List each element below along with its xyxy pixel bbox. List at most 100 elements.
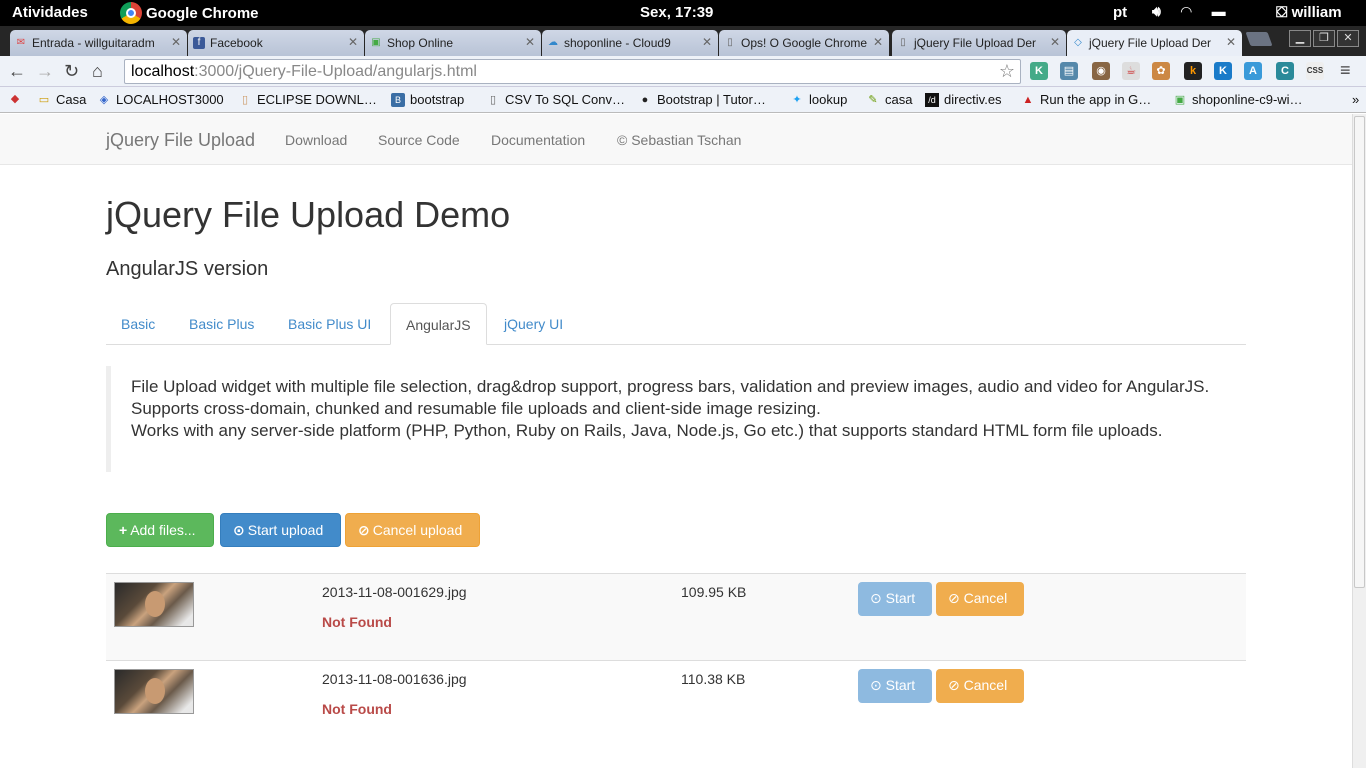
bookmark-label: bootstrap (410, 92, 465, 107)
folder-icon: ▭ (38, 93, 50, 106)
bookmark-item[interactable]: ◈ LOCALHOST3000 (97, 92, 224, 107)
site-brand[interactable]: jQuery File Upload (106, 130, 255, 151)
ban-icon: ⊘ (358, 522, 370, 538)
wifi-icon[interactable]: ◠ (1181, 3, 1192, 20)
tab-title: jQuery File Upload Der (914, 36, 1037, 50)
incognito-icon: ◆ (10, 93, 20, 105)
tab-basic-plus[interactable]: Basic Plus (174, 303, 269, 345)
browser-tab[interactable]: f Facebook ✕ (188, 30, 364, 56)
volume-icon[interactable]: 🔊︎ (1152, 3, 1161, 20)
add-files-button[interactable]: + Add files... (106, 513, 214, 547)
tab-jquery-ui[interactable]: jQuery UI (489, 303, 578, 345)
tab-basic-plus-ui[interactable]: Basic Plus UI (273, 303, 386, 345)
bootstrap-icon: B (391, 92, 405, 107)
bookmark-item[interactable]: ✦ lookup (790, 92, 847, 107)
menu-icon[interactable]: ≡ (1340, 60, 1351, 81)
extension-icon[interactable]: C (1276, 62, 1294, 80)
browser-tab[interactable]: ▣ Shop Online ✕ (365, 30, 541, 56)
translate-icon[interactable]: A (1244, 62, 1262, 80)
nav-link-source-code[interactable]: Source Code (378, 132, 460, 148)
page-scrollbar[interactable] (1352, 114, 1366, 768)
battery-icon[interactable]: ▬ (1212, 3, 1226, 20)
close-icon[interactable]: ✕ (702, 35, 712, 49)
bookmark-item[interactable]: ◆ (8, 92, 27, 106)
tab-basic[interactable]: Basic (106, 303, 170, 345)
user-menu[interactable]: ⛋ william (1276, 4, 1342, 21)
bookmark-item[interactable]: ▣ shoponline-c9-wi… (1173, 92, 1303, 107)
home-icon[interactable]: ⌂ (92, 61, 103, 82)
close-icon[interactable]: ✕ (348, 35, 358, 49)
scrollbar-thumb[interactable] (1354, 116, 1365, 588)
extension-icon[interactable]: k (1184, 62, 1202, 80)
nav-link-documentation[interactable]: Documentation (491, 132, 585, 148)
close-icon[interactable]: ✕ (1226, 35, 1236, 49)
nav-link-author[interactable]: © Sebastian Tschan (617, 132, 741, 148)
close-icon[interactable]: ✕ (171, 35, 181, 49)
bookmark-item[interactable]: ▭ Casa (37, 92, 87, 107)
maximize-icon[interactable]: ❐ (1313, 30, 1335, 47)
upload-icon: ⊙ (870, 677, 882, 693)
start-label: Start (885, 677, 916, 693)
bookmark-item[interactable]: ▲ Run the app in G… (1021, 92, 1152, 107)
nav-link-download[interactable]: Download (285, 132, 347, 148)
bookmark-label: casa (885, 92, 913, 107)
extension-icon[interactable]: ✿ (1152, 62, 1170, 80)
browser-tab[interactable]: ✉ Entrada - willguitaradm ✕ (10, 30, 187, 56)
close-icon[interactable]: ✕ (525, 35, 535, 49)
cancel-label: Cancel (963, 590, 1008, 606)
cancel-button[interactable]: ⊘ Cancel (936, 669, 1024, 703)
page-title: jQuery File Upload Demo (106, 194, 511, 235)
bookmark-item[interactable]: ▯ ECLIPSE DOWNL… (238, 92, 377, 107)
css-icon[interactable]: CSS (1306, 62, 1324, 80)
twitter-icon: ✦ (792, 93, 802, 106)
new-tab-button[interactable] (1245, 32, 1273, 46)
close-window-icon[interactable]: ✕ (1337, 30, 1359, 47)
bookmark-item[interactable]: ● Bootstrap | Tutor… (638, 92, 766, 107)
browser-tab[interactable]: ▯ jQuery File Upload Der ✕ (892, 30, 1066, 56)
keyboard-layout[interactable]: pt (1113, 4, 1127, 21)
tab-title: jQuery File Upload Der (1089, 36, 1212, 50)
bookmark-label: lookup (809, 92, 848, 107)
bookmark-item[interactable]: ▯ CSV To SQL Conv… (486, 92, 625, 107)
extension-icon[interactable]: K (1214, 62, 1232, 80)
file-name: 2013-11-08-001629.jpg (322, 584, 467, 600)
start-button[interactable]: ⊙ Start (858, 582, 932, 616)
url-host: localhost (131, 63, 195, 80)
bookmark-item[interactable]: ✎ casa (866, 92, 912, 107)
angular-icon: ◇ (1074, 37, 1082, 48)
file-preview-thumbnail[interactable] (114, 669, 194, 714)
cancel-upload-button[interactable]: ⊘ Cancel upload (345, 513, 480, 547)
add-files-label: Add files... (130, 522, 196, 538)
browser-tab[interactable]: ▯ Ops! O Google Chrome ✕ (719, 30, 889, 56)
tab-angularjs[interactable]: AngularJS (390, 303, 487, 345)
back-icon[interactable]: ← (8, 61, 26, 82)
page-icon: ▯ (241, 93, 249, 106)
bookmark-star-icon[interactable]: ☆ (999, 61, 1015, 82)
start-upload-button[interactable]: ⊙ Start upload (220, 513, 341, 547)
bookmark-label: LOCALHOST3000 (116, 92, 224, 107)
extension-icon[interactable]: ▤ (1060, 62, 1078, 80)
cancel-button[interactable]: ⊘ Cancel (936, 582, 1024, 616)
close-icon[interactable]: ✕ (1050, 35, 1060, 49)
reload-icon[interactable]: ↻ (64, 61, 79, 82)
activities-button[interactable]: Atividades (12, 4, 88, 21)
window-controls: ▁ ❐ ✕ (1289, 30, 1359, 47)
clock[interactable]: Sex, 17:39 (640, 4, 713, 21)
file-preview-thumbnail[interactable] (114, 582, 194, 627)
browser-tab[interactable]: ☁ shoponline - Cloud9 ✕ (542, 30, 718, 56)
bookmark-item[interactable]: Bbootstrap (391, 92, 464, 107)
extension-icon[interactable]: K (1030, 62, 1048, 80)
tab-title: Facebook (210, 36, 263, 50)
more-bookmarks-icon[interactable]: » (1352, 92, 1359, 107)
bookmark-item[interactable]: /d directiv.es (925, 92, 1002, 107)
forward-icon[interactable]: → (36, 61, 54, 82)
address-bar[interactable]: localhost:3000/jQuery-File-Upload/angula… (124, 59, 1021, 84)
app-menu[interactable]: Google Chrome (120, 2, 259, 24)
file-error: Not Found (322, 614, 392, 630)
close-icon[interactable]: ✕ (873, 35, 883, 49)
java-icon[interactable]: ☕ (1122, 62, 1140, 80)
browser-tab-active[interactable]: ◇ jQuery File Upload Der ✕ (1067, 30, 1242, 56)
extension-icon[interactable]: ◉ (1092, 62, 1110, 80)
minimize-icon[interactable]: ▁ (1289, 30, 1311, 47)
start-button[interactable]: ⊙ Start (858, 669, 932, 703)
